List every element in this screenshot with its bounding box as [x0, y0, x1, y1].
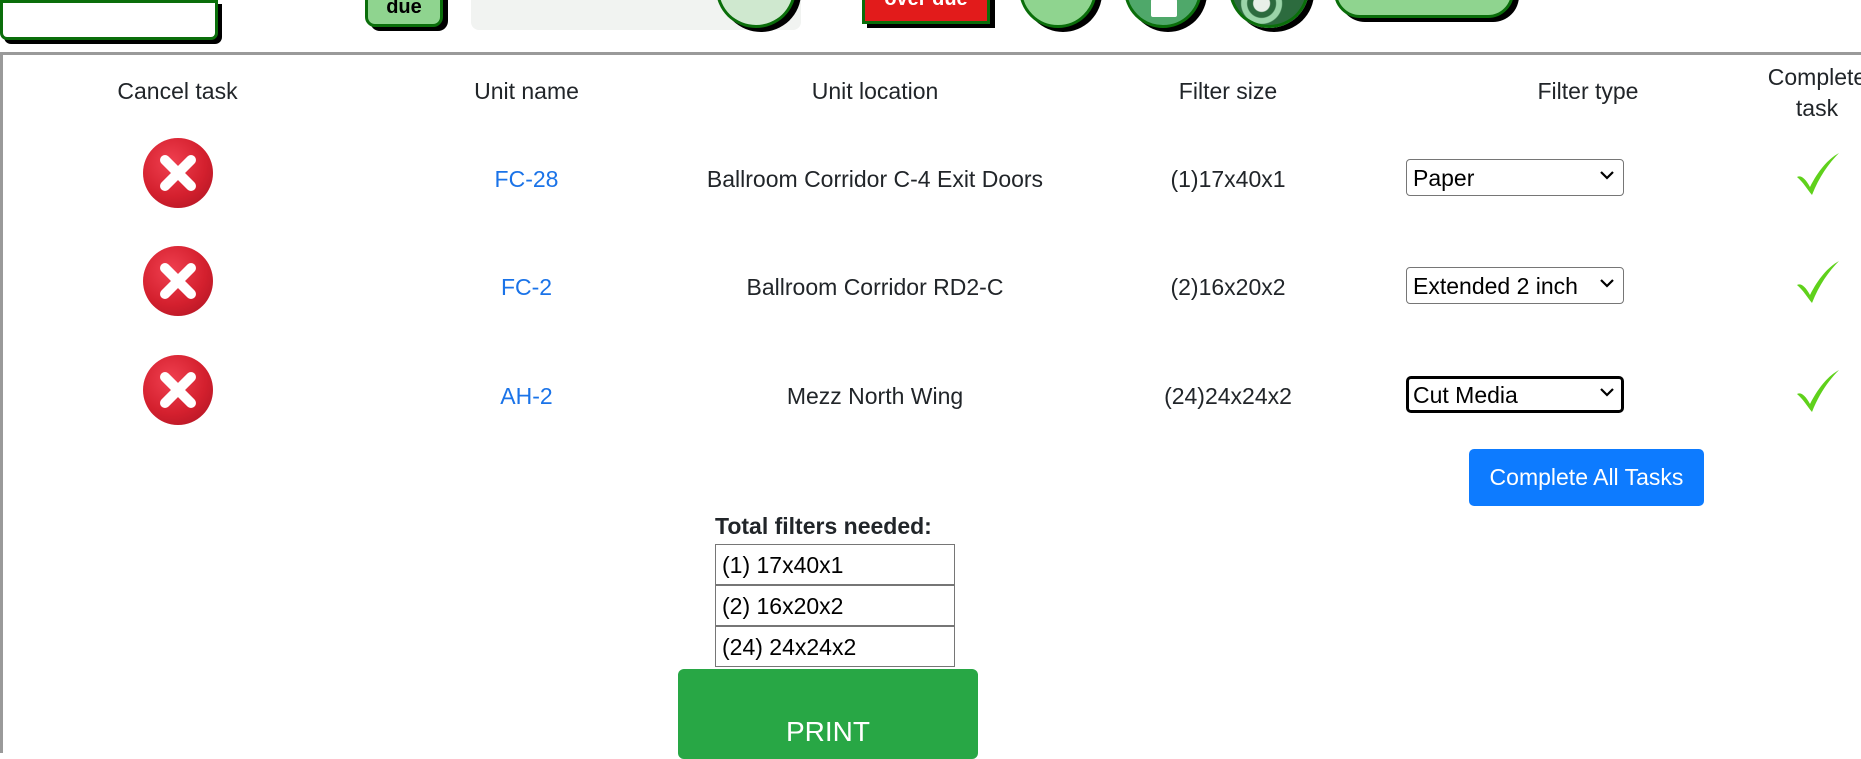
report-icon-button[interactable] [1124, 0, 1202, 28]
header-unit-name: Unit name [474, 78, 579, 104]
menu-pill-button[interactable] [1334, 0, 1514, 18]
unit-location: Ballroom Corridor RD2-C [746, 274, 1004, 300]
chevron-down-icon [1600, 171, 1614, 180]
overdue-filter-label: over due [884, 0, 967, 10]
search-input[interactable] [0, 0, 218, 40]
unit-location: Ballroom Corridor C-4 Exit Doors [706, 166, 1044, 192]
header-filter-type: Filter type [1537, 78, 1639, 104]
total-filters-label: Total filters needed: [715, 513, 932, 539]
filter-type-select[interactable]: Extended 2 inch [1406, 267, 1624, 304]
document-icon [1151, 0, 1177, 17]
close-icon [160, 263, 196, 299]
cancel-task-button[interactable] [143, 138, 213, 208]
filter-type-select[interactable]: Paper [1406, 159, 1624, 196]
filter-type-value: Paper [1413, 165, 1475, 191]
chevron-down-icon [1600, 279, 1614, 288]
header-complete-line2: task [1795, 95, 1839, 121]
filter-size: (1)17x40x1 [1170, 166, 1286, 192]
header-complete-task: Complete task [1755, 62, 1861, 124]
filter-size: (2)16x20x2 [1170, 274, 1286, 300]
filter-type-value: Extended 2 inch [1413, 273, 1578, 299]
table-row: FC-28 Ballroom Corridor C-4 Exit Doors (… [0, 134, 1861, 224]
cancel-task-button[interactable] [143, 355, 213, 425]
table-row: FC-2 Ballroom Corridor RD2-C (2)16x20x2 … [0, 242, 1861, 332]
header-complete-line1: Complete [1767, 64, 1861, 90]
complete-task-check-icon[interactable] [1795, 368, 1841, 414]
top-toolbar: due over due [0, 0, 1861, 53]
filter-type-value: Cut Media [1413, 382, 1518, 408]
complete-task-check-icon[interactable] [1795, 259, 1841, 305]
total-filter-field[interactable]: (24) 24x24x2 [715, 626, 955, 667]
print-button[interactable]: PRINT [678, 669, 978, 759]
complete-all-tasks-button[interactable]: Complete All Tasks [1469, 449, 1704, 506]
header-unit-location: Unit location [811, 78, 939, 104]
unit-location: Mezz North Wing [786, 383, 964, 409]
header-cancel-task: Cancel task [117, 78, 238, 104]
table-row: AH-2 Mezz North Wing (24)24x24x2 Cut Med… [0, 351, 1861, 441]
cancel-task-button[interactable] [143, 246, 213, 316]
close-icon [160, 155, 196, 191]
round-action-button[interactable] [1019, 0, 1097, 28]
due-filter-label: due [386, 0, 422, 18]
settings-icon-button[interactable] [1229, 0, 1309, 28]
complete-task-check-icon[interactable] [1795, 151, 1841, 197]
table-header: Cancel task Unit name Unit location Filt… [0, 64, 1861, 136]
due-filter-button[interactable]: due [365, 0, 443, 27]
toolbar-divider [0, 52, 1861, 55]
header-filter-size: Filter size [1178, 78, 1278, 104]
total-filter-field[interactable]: (2) 16x20x2 [715, 585, 955, 626]
unit-name-link[interactable]: FC-2 [355, 242, 698, 332]
chevron-down-icon [1600, 388, 1614, 397]
unit-name-link[interactable]: AH-2 [355, 351, 698, 441]
total-filter-field[interactable]: (1) 17x40x1 [715, 544, 955, 585]
close-icon [160, 372, 196, 408]
filter-size: (24)24x24x2 [1164, 383, 1292, 409]
unit-name-link[interactable]: FC-28 [355, 134, 698, 224]
overdue-filter-button[interactable]: over due [862, 0, 990, 24]
filter-type-select[interactable]: Cut Media [1406, 376, 1624, 413]
